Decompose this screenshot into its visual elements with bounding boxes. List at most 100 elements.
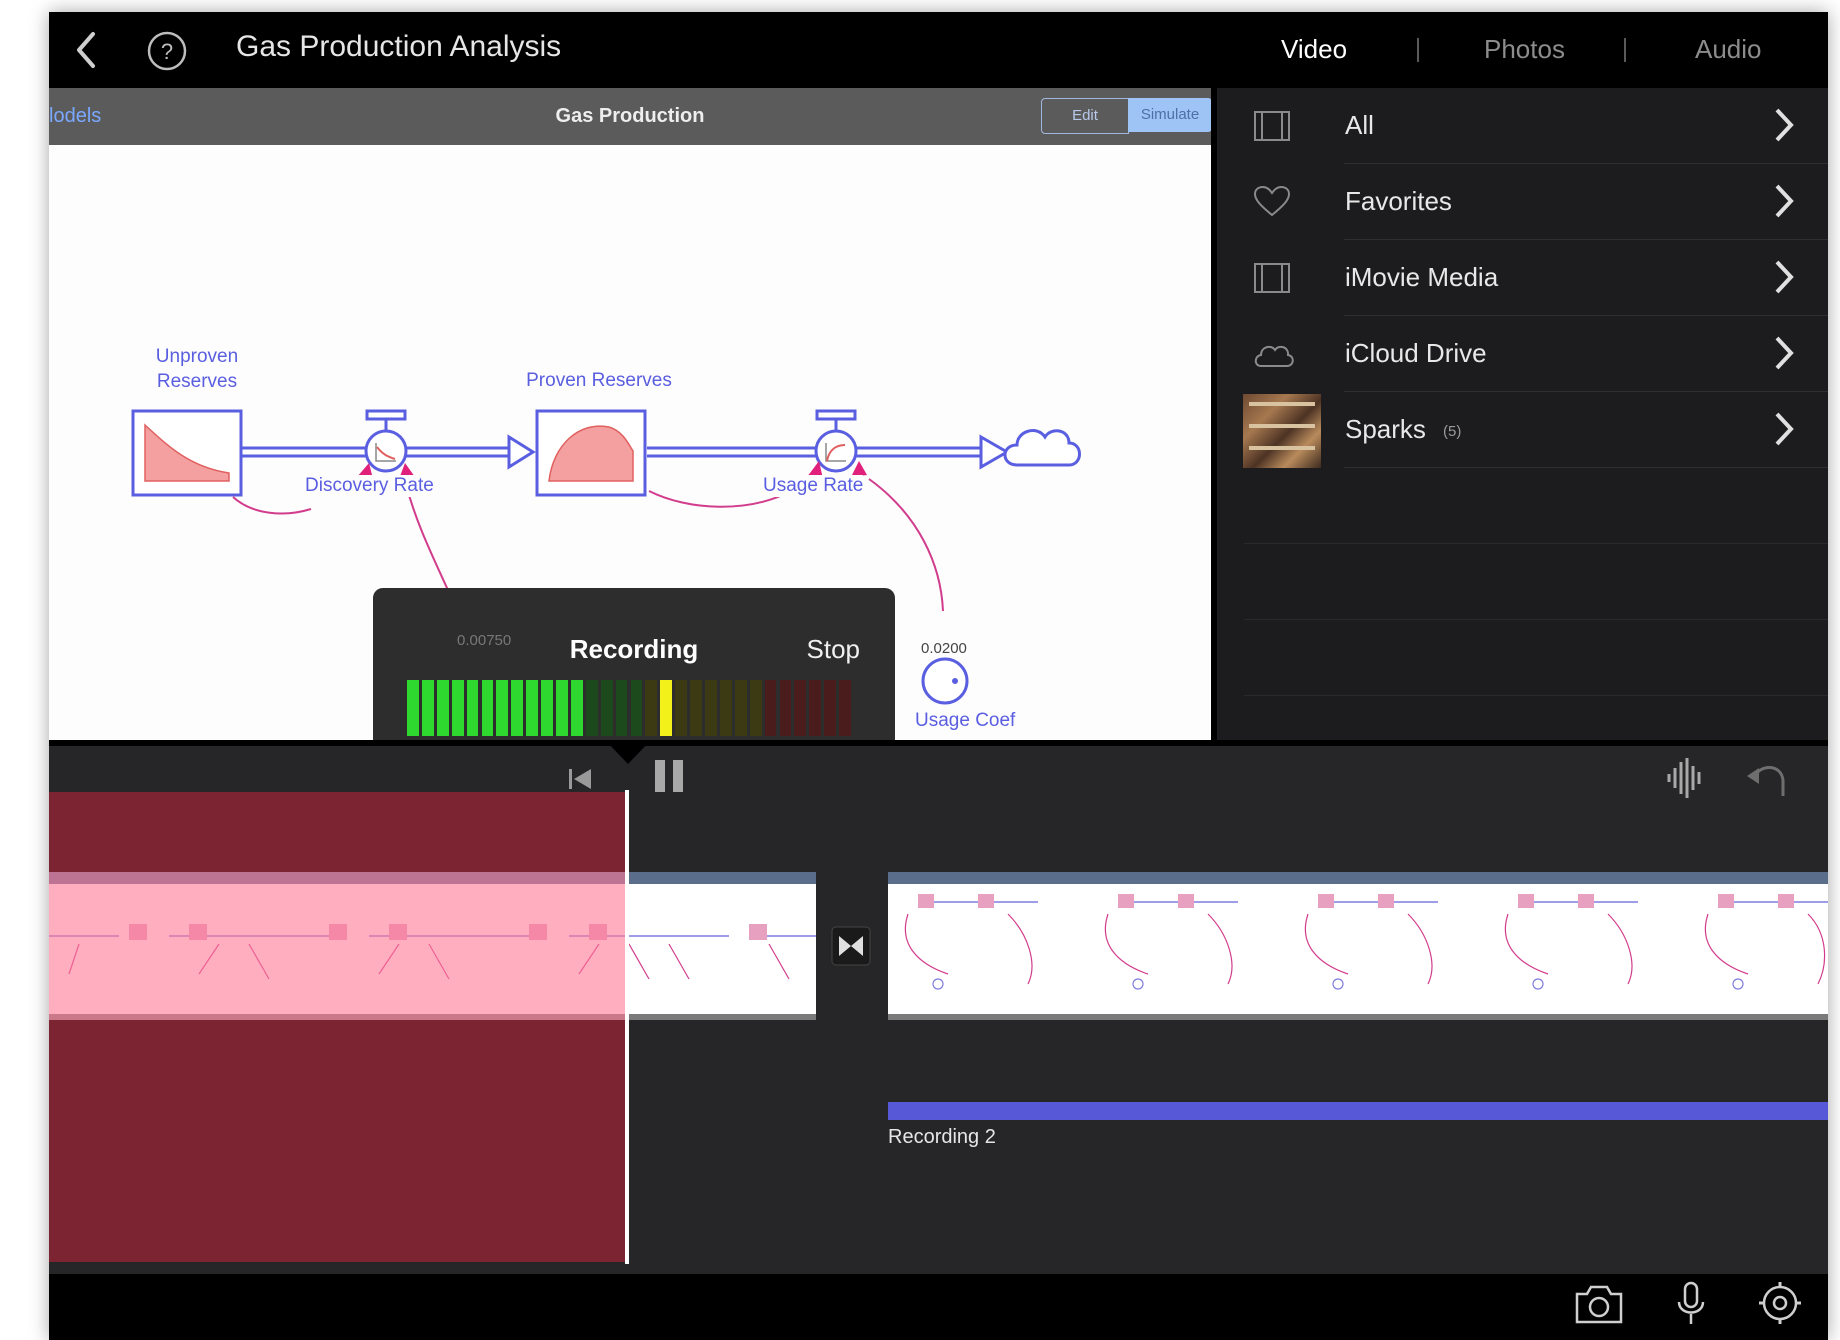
- heart-icon: [1253, 186, 1291, 217]
- label-unproven-reserves: Unproven Reserves: [155, 346, 239, 392]
- level-meter-segment: [734, 680, 747, 736]
- flow-valve-discovery[interactable]: [357, 409, 415, 479]
- chevron-right-icon: [1775, 184, 1794, 218]
- sparks-thumbnail: [1243, 394, 1321, 468]
- level-meter-segment: [824, 680, 837, 736]
- library-item-label: Sparks: [1345, 414, 1426, 444]
- tab-divider: [1417, 38, 1419, 62]
- level-meter-segment: [764, 680, 777, 736]
- library-item-label: iCloud Drive: [1345, 338, 1487, 368]
- audio-clip-label: Recording 2: [888, 1126, 996, 1148]
- label-usage-coef: Usage Coef: [915, 710, 1016, 731]
- level-meter-segment: [794, 680, 807, 736]
- timeline[interactable]: Recording 2: [49, 740, 1828, 1274]
- level-meter-segment: [675, 680, 688, 736]
- audio-clip-recording-2[interactable]: [888, 1102, 1828, 1120]
- simulate-button[interactable]: Simulate: [1128, 98, 1211, 132]
- library-item-favorites[interactable]: Favorites: [1217, 164, 1828, 240]
- divider: [1244, 543, 1828, 544]
- tab-divider: [1624, 38, 1626, 62]
- level-meter-segment: [705, 680, 717, 736]
- help-icon[interactable]: ?: [146, 30, 188, 72]
- stop-button[interactable]: Stop: [807, 634, 861, 665]
- tab-video[interactable]: Video: [1281, 34, 1347, 65]
- divider: [49, 740, 1828, 746]
- cloud-sink-icon: [1003, 429, 1081, 467]
- level-meter-segment: [615, 680, 628, 736]
- library-item-label: All: [1345, 110, 1374, 140]
- item-count-badge: (5): [1443, 423, 1462, 440]
- divider: [1244, 695, 1828, 696]
- model-nav-bar: lodels Gas Production Edit Simulate: [49, 88, 1211, 145]
- level-meter-segment: [481, 680, 494, 736]
- chevron-right-icon: [1775, 108, 1794, 142]
- svg-text:?: ?: [161, 39, 173, 64]
- clip-header: [888, 872, 1828, 884]
- level-meter-segment: [570, 680, 583, 736]
- back-chevron-icon[interactable]: [71, 28, 105, 72]
- waveform-icon[interactable]: [1663, 756, 1707, 800]
- usage-coef-knob[interactable]: [921, 657, 969, 705]
- cloud-icon: [1254, 345, 1294, 367]
- label-discovery-rate: Discovery Rate: [305, 475, 434, 497]
- level-meter-segment: [839, 680, 851, 736]
- flow-valve-usage[interactable]: [807, 409, 867, 479]
- label-proven-reserves: Proven Reserves: [526, 370, 672, 391]
- label-usage-rate: Usage Rate: [763, 475, 864, 497]
- library-item-all[interactable]: All: [1217, 88, 1828, 164]
- level-meter-segment: [511, 680, 524, 736]
- level-meter-segment: [645, 680, 658, 736]
- library-item-sparks[interactable]: Sparks (5): [1217, 392, 1828, 468]
- level-meter-segment: [407, 680, 419, 736]
- level-meter-segment: [690, 680, 702, 736]
- level-meter-segment: [809, 680, 822, 736]
- undo-icon[interactable]: [1743, 756, 1789, 802]
- audio-level-meter: [407, 680, 851, 736]
- chevron-right-icon: [1775, 412, 1794, 446]
- film-icon: [1254, 263, 1290, 293]
- clip-thumbnails: [904, 894, 1828, 990]
- level-meter-segment: [526, 680, 539, 736]
- level-meter-segment: [779, 680, 792, 736]
- clip-footer: [888, 1014, 1828, 1020]
- chevron-right-icon: [1775, 260, 1794, 294]
- level-meter-segment: [719, 680, 732, 736]
- level-meter-segment: [496, 680, 509, 736]
- playhead[interactable]: [625, 790, 629, 1264]
- level-meter-segment: [585, 680, 598, 736]
- edit-button[interactable]: Edit: [1041, 98, 1129, 134]
- transition-icon[interactable]: [831, 926, 871, 966]
- pause-icon[interactable]: [649, 756, 689, 796]
- top-bar: ? Gas Production Analysis Video Photos A…: [49, 12, 1828, 88]
- app-window: ? Gas Production Analysis Video Photos A…: [49, 12, 1828, 1340]
- library-item-icloud-drive[interactable]: iCloud Drive: [1217, 316, 1828, 392]
- skip-to-start-icon[interactable]: [565, 764, 595, 794]
- project-title: Gas Production Analysis: [236, 30, 562, 63]
- model-title: Gas Production: [555, 105, 705, 127]
- stock-unproven-reserves[interactable]: [131, 409, 243, 497]
- divider: [1244, 619, 1828, 620]
- microphone-icon[interactable]: [1673, 1280, 1709, 1328]
- video-clip[interactable]: [888, 872, 1828, 1020]
- level-meter-segment: [749, 680, 762, 736]
- camera-icon[interactable]: [1573, 1282, 1625, 1326]
- library-item-label: iMovie Media: [1345, 262, 1499, 292]
- recorded-overlay: [49, 872, 627, 1020]
- media-library-panel: All Favorites iMovie Media iCloud Drive …: [1217, 88, 1828, 740]
- tab-audio[interactable]: Audio: [1695, 34, 1762, 65]
- recording-popup: 0.00750 Recording Stop: [373, 588, 895, 740]
- tab-photos[interactable]: Photos: [1484, 34, 1565, 65]
- level-meter-segment: [600, 680, 613, 736]
- library-item-imovie-media[interactable]: iMovie Media: [1217, 240, 1828, 316]
- usage-coef-value: 0.0200: [921, 640, 967, 657]
- level-meter-segment: [660, 680, 673, 736]
- level-meter-segment: [436, 680, 449, 736]
- settings-gear-icon[interactable]: [1757, 1280, 1803, 1326]
- recorded-audio-region: [49, 792, 627, 1262]
- chevron-right-icon: [1775, 336, 1794, 370]
- level-meter-segment: [556, 680, 568, 736]
- bottom-toolbar: [49, 1274, 1828, 1340]
- film-icon: [1254, 111, 1290, 141]
- stock-proven-reserves[interactable]: [535, 409, 647, 497]
- level-meter-segment: [451, 680, 464, 736]
